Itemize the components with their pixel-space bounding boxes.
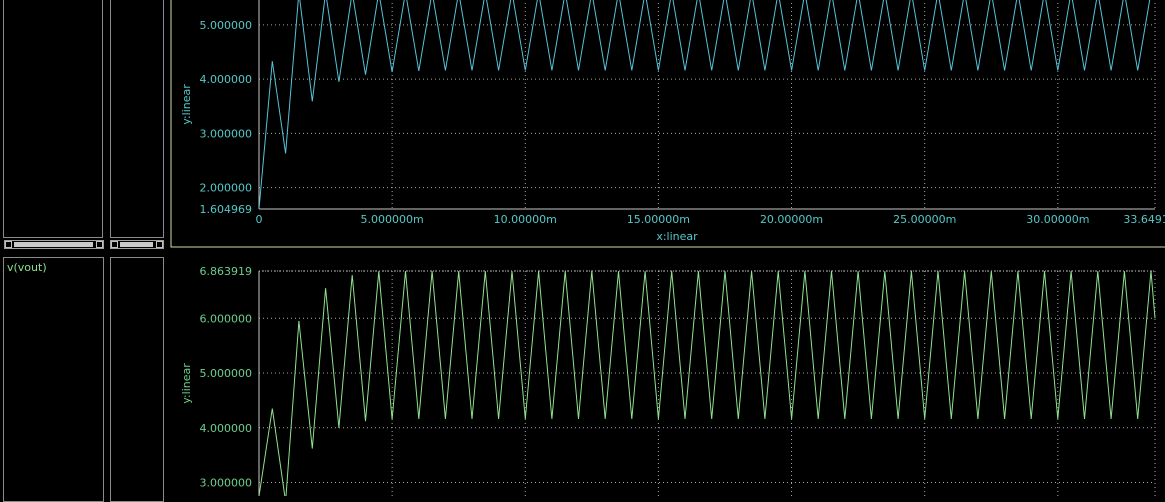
y-tick-label: 1.604969 [200, 203, 253, 216]
y-tick-label: 3.000000 [200, 476, 253, 489]
x-tick-label: 20.00000m [760, 213, 823, 226]
x-tick-label: 0 [256, 213, 263, 226]
x-tick-label: 25.00000m [893, 213, 956, 226]
y-axis-label: y:linear [180, 84, 193, 125]
y-tick-label: 5.000000 [200, 19, 253, 32]
y-axis-label: y:linear [180, 363, 193, 404]
top-chart[interactable]: 0 5.000000m 10.00000m 15.00000m 20.00000m 25.… [180, 0, 1165, 243]
bottom-chart[interactable]: 3.000000 4.000000 5.000000 6.000000 6.863919… [180, 265, 1156, 496]
x-axis-label: x:linear [656, 230, 698, 243]
y-tick-label: 5.000000 [200, 367, 253, 380]
y-tick-label: 6.000000 [200, 312, 253, 325]
series-line [259, 0, 1151, 209]
x-tick-label: 5.000000m [361, 213, 424, 226]
y-tick-label: 2.000000 [200, 182, 253, 195]
y-tick-label: 6.863919 [200, 265, 253, 278]
x-tick-label: 10.00000m [494, 213, 557, 226]
waveform-plots[interactable]: 0 5.000000m 10.00000m 15.00000m 20.00000m 25.… [0, 0, 1165, 496]
y-tick-label: 4.000000 [200, 73, 253, 86]
x-tick-label: 15.00000m [627, 213, 690, 226]
series-line [259, 271, 1156, 496]
x-tick-label: 33.64918m [1123, 213, 1165, 226]
x-tick-label: 30.00000m [1026, 213, 1089, 226]
y-tick-label: 3.000000 [200, 127, 253, 140]
y-tick-label: 4.000000 [200, 422, 253, 435]
